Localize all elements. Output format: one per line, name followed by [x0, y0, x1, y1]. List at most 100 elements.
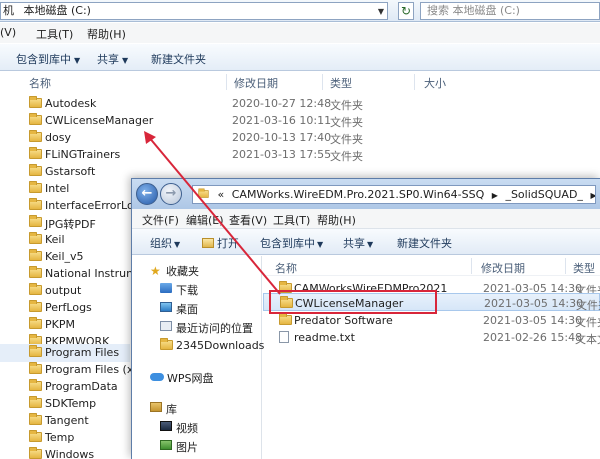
column-divider[interactable]	[471, 258, 472, 274]
menu-view[interactable]: (V)	[0, 26, 16, 39]
column-type[interactable]: 类型	[573, 260, 595, 276]
menu-tools[interactable]: 工具(T)	[36, 26, 73, 42]
list-item[interactable]: ProgramData	[0, 378, 140, 395]
star-icon: ★	[150, 264, 161, 278]
address-segment-current[interactable]: _SolidSQUAD_	[505, 188, 583, 201]
highlight-box	[269, 290, 437, 314]
list-item[interactable]: Keil_v5	[0, 248, 140, 265]
folder-icon	[29, 130, 42, 142]
chevron-right-icon[interactable]: ▶	[590, 191, 595, 200]
folder-icon	[29, 447, 42, 459]
refresh-icon[interactable]: ↻	[398, 2, 414, 20]
forward-arrow-icon[interactable]: →	[160, 183, 182, 205]
address-segment-drive[interactable]: 本地磁盘 (C:)	[24, 4, 91, 17]
nav-recent[interactable]: 最近访问的位置	[132, 318, 261, 336]
new-folder-button[interactable]: 新建文件夹	[397, 235, 452, 251]
nav-library[interactable]: 库	[132, 399, 261, 417]
open-folder-icon	[202, 238, 214, 248]
column-name[interactable]: 名称	[275, 260, 297, 276]
table-row[interactable]: readme.txt 2021-02-26 15:48 文本文	[263, 328, 600, 346]
chevron-down-icon[interactable]: ▼	[378, 4, 384, 19]
list-item[interactable]: PerfLogs	[0, 299, 140, 316]
menu-file[interactable]: 文件(F)	[142, 212, 179, 228]
back-arrow-icon[interactable]: ←	[136, 183, 158, 205]
text-file-icon	[279, 331, 289, 343]
folder-icon	[29, 317, 42, 329]
nav-desktop[interactable]: 桌面	[132, 299, 261, 317]
address-segment[interactable]: CAMWorks.WireEDM.Pro.2021.SP0.Win64-SSQ	[232, 188, 485, 201]
address-segment[interactable]: 机	[3, 4, 14, 17]
modified-date: 2020-10-27 12:48	[232, 97, 332, 110]
modified-date: 2020-10-13 17:40	[232, 131, 332, 144]
include-library-button[interactable]: 包含到库中 ▼	[260, 235, 323, 251]
cloud-icon	[150, 373, 164, 381]
item-type: 文件夹	[330, 133, 363, 146]
address-bar: ← → « CAMWorks.WireEDM.Pro.2021.SP0.Win6…	[132, 179, 600, 209]
arrow-head-icon	[144, 131, 156, 144]
search-input[interactable]: 搜索 本地磁盘 (C:)	[420, 2, 600, 20]
column-header: 名称 修改日期 类型 大小	[0, 72, 600, 92]
list-item[interactable]: Windows	[0, 446, 140, 459]
organize-button[interactable]: 组织 ▼	[150, 235, 180, 251]
menu-bar: (V) 工具(T) 帮助(H)	[0, 23, 600, 43]
folder-icon	[29, 96, 42, 108]
list-item[interactable]: Keil	[0, 231, 140, 248]
menu-help[interactable]: 帮助(H)	[317, 212, 356, 228]
address-overflow[interactable]: «	[218, 188, 225, 201]
column-divider[interactable]	[226, 74, 227, 90]
folder-icon	[29, 147, 42, 159]
column-modified[interactable]: 修改日期	[481, 260, 525, 276]
list-item[interactable]: Tangent	[0, 412, 140, 429]
list-item[interactable]: National Instrume	[0, 265, 144, 282]
menu-tools[interactable]: 工具(T)	[273, 212, 310, 228]
recent-places-icon	[160, 321, 172, 331]
list-item[interactable]: InterfaceErrorLog	[0, 197, 141, 214]
toolbar: 包含到库中 ▼ 共享 ▼ 新建文件夹	[0, 43, 600, 71]
include-library-button[interactable]: 包含到库中 ▼	[16, 51, 80, 67]
column-divider[interactable]	[565, 258, 566, 274]
list-item[interactable]: Temp	[0, 429, 140, 446]
chevron-right-icon[interactable]: ▶	[492, 191, 498, 200]
list-item[interactable]: CWLicenseManager	[0, 112, 153, 129]
folder-icon	[29, 249, 42, 261]
nav-downloads[interactable]: 下载	[132, 280, 261, 298]
share-button[interactable]: 共享 ▼	[97, 51, 128, 67]
share-button[interactable]: 共享 ▼	[343, 235, 373, 251]
list-item[interactable]: Autodesk	[0, 95, 140, 112]
nav-pictures[interactable]: 图片	[132, 437, 261, 455]
list-item[interactable]: Intel	[0, 180, 140, 197]
column-divider[interactable]	[414, 74, 415, 90]
new-folder-button[interactable]: 新建文件夹	[151, 51, 206, 67]
list-item[interactable]: JPG转PDF	[0, 214, 140, 231]
menu-help[interactable]: 帮助(H)	[87, 26, 126, 42]
list-item[interactable]: PKPM	[0, 316, 140, 333]
nav-favorites[interactable]: ★ 收藏夹	[132, 261, 261, 279]
list-item[interactable]: SDKTemp	[0, 395, 140, 412]
list-item[interactable]: Program Files (x86	[0, 361, 147, 378]
list-item[interactable]: dosy	[0, 129, 140, 146]
nav-wps-cloud[interactable]: WPS网盘	[132, 368, 261, 386]
list-item-selected[interactable]: Program Files	[0, 344, 130, 362]
column-size[interactable]: 大小	[424, 75, 446, 91]
column-divider[interactable]	[322, 74, 323, 90]
nav-2345downloads[interactable]: 2345Downloads	[132, 337, 264, 355]
nav-videos[interactable]: 视频	[132, 418, 261, 436]
open-button[interactable]: 打开	[202, 235, 239, 251]
address-path[interactable]: « CAMWorks.WireEDM.Pro.2021.SP0.Win64-SS…	[192, 185, 596, 204]
list-item[interactable]: Gstarsoft	[0, 163, 140, 180]
desktop-icon	[160, 302, 172, 312]
list-item[interactable]: output	[0, 282, 140, 299]
download-icon	[160, 283, 172, 293]
folder-icon	[160, 338, 173, 350]
chevron-down-icon: ▼	[367, 240, 374, 249]
address-path[interactable]: 机 本地磁盘 (C:) ▼	[0, 2, 388, 20]
library-icon	[150, 402, 162, 412]
column-name[interactable]: 名称	[29, 75, 51, 91]
menu-view[interactable]: 查看(V)	[229, 212, 267, 228]
chevron-down-icon: ▼	[174, 240, 181, 249]
column-modified[interactable]: 修改日期	[234, 75, 278, 91]
menu-edit[interactable]: 编辑(E)	[186, 212, 224, 228]
column-type[interactable]: 类型	[330, 75, 352, 91]
folder-icon	[29, 113, 42, 125]
list-item[interactable]: FLiNGTrainers	[0, 146, 140, 163]
